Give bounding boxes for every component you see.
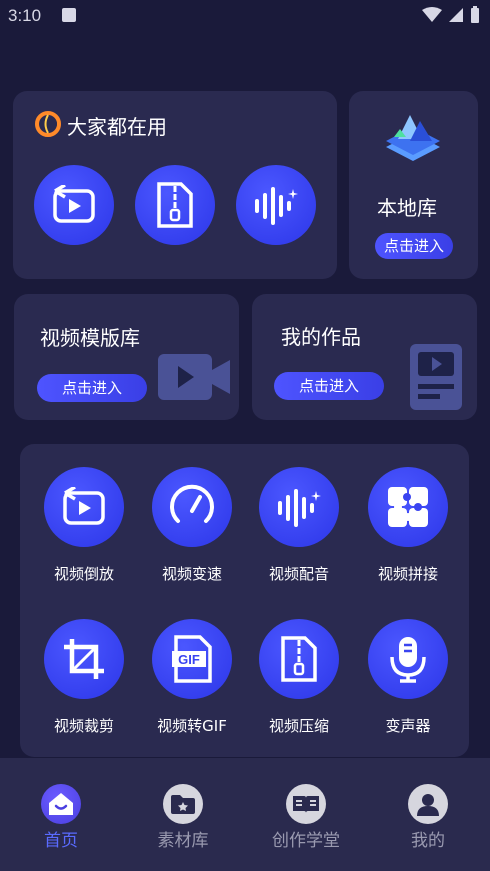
notification-icon: [62, 8, 76, 22]
popular-dubbing-button[interactable]: [236, 165, 316, 245]
speedometer-icon: [170, 484, 214, 523]
reverse-play-icon: [53, 185, 95, 223]
reverse-play-icon: [63, 487, 105, 525]
local-library-card[interactable]: 本地库 点击进入: [349, 91, 478, 279]
nav-materials[interactable]: 素材库: [122, 758, 244, 871]
status-bar: 3:10: [0, 0, 490, 34]
video-camera-icon: [158, 352, 230, 406]
tool-dubbing-label: 视频配音: [268, 565, 329, 583]
zip-file-icon: [281, 636, 317, 682]
my-works-card[interactable]: 我的作品 点击进入: [252, 294, 477, 420]
tool-compress-button[interactable]: [259, 619, 339, 699]
tool-compress[interactable]: 视频压缩: [249, 619, 349, 759]
tool-voice-changer[interactable]: 变声器: [358, 619, 458, 759]
zip-file-icon: [157, 182, 193, 228]
tool-gif-label: 视频转GIF: [157, 717, 227, 735]
popular-title: 大家都在用: [67, 115, 167, 139]
tools-panel: 视频倒放 视频变速 视频配音 视频拼接 视频裁剪 GIF 视频转GIF 视频压缩…: [20, 444, 469, 757]
tool-gif[interactable]: GIF 视频转GIF: [142, 619, 242, 759]
puzzle-icon: [388, 487, 428, 527]
tool-speed[interactable]: 视频变速: [142, 467, 242, 607]
local-library-title: 本地库: [377, 196, 437, 220]
waveform-icon: [255, 187, 298, 225]
popular-reverse-play-button[interactable]: [34, 165, 114, 245]
nav-home-label: 首页: [44, 831, 78, 851]
system-icons: [422, 6, 480, 24]
layers-icon: [380, 111, 446, 177]
template-library-card[interactable]: 视频模版库 点击进入: [14, 294, 239, 420]
tool-voice-changer-label: 变声器: [385, 717, 431, 735]
tool-compress-label: 视频压缩: [268, 717, 329, 735]
tool-reverse[interactable]: 视频倒放: [34, 467, 134, 607]
svg-text:GIF: GIF: [178, 652, 200, 667]
template-library-title: 视频模版库: [40, 326, 140, 350]
tool-crop[interactable]: 视频裁剪: [34, 619, 134, 759]
tool-merge-button[interactable]: [368, 467, 448, 547]
status-time: 3:10: [8, 6, 42, 25]
tool-crop-button[interactable]: [44, 619, 124, 699]
tool-dubbing[interactable]: 视频配音: [249, 467, 349, 607]
user-icon: [408, 784, 448, 824]
nav-profile[interactable]: 我的: [367, 758, 489, 871]
nav-home[interactable]: 首页: [0, 758, 122, 871]
nav-profile-label: 我的: [411, 831, 445, 851]
tool-voice-changer-button[interactable]: [368, 619, 448, 699]
tool-reverse-button[interactable]: [44, 467, 124, 547]
nav-academy[interactable]: 创作学堂: [245, 758, 367, 871]
my-works-enter-button[interactable]: 点击进入: [274, 372, 384, 400]
flame-icon: [35, 111, 61, 141]
bottom-nav: 首页 素材库 创作学堂 我的: [0, 758, 490, 871]
popular-card: 大家都在用: [13, 91, 337, 279]
tool-gif-button[interactable]: GIF: [152, 619, 232, 699]
tool-reverse-label: 视频倒放: [53, 565, 114, 583]
tool-dubbing-button[interactable]: [259, 467, 339, 547]
folder-icon: [163, 784, 203, 824]
wifi-icon: [422, 7, 442, 22]
battery-icon: [471, 6, 479, 23]
tool-crop-label: 视频裁剪: [53, 717, 114, 735]
nav-academy-label: 创作学堂: [272, 831, 340, 851]
tool-merge-label: 视频拼接: [377, 565, 438, 583]
signal-icon: [449, 8, 463, 22]
tool-merge[interactable]: 视频拼接: [358, 467, 458, 607]
gif-file-icon: GIF: [172, 635, 212, 683]
document-video-icon: [410, 344, 462, 414]
local-library-enter-button[interactable]: 点击进入: [375, 233, 453, 259]
crop-icon: [64, 639, 104, 679]
tool-speed-button[interactable]: [152, 467, 232, 547]
my-works-title: 我的作品: [281, 325, 361, 349]
book-icon: [286, 784, 326, 824]
home-icon: [41, 784, 81, 824]
nav-materials-label: 素材库: [157, 831, 209, 851]
template-library-enter-button[interactable]: 点击进入: [37, 374, 147, 402]
popular-zip-button[interactable]: [135, 165, 215, 245]
tool-speed-label: 视频变速: [161, 565, 222, 583]
waveform-icon: [278, 489, 321, 527]
microphone-icon: [390, 637, 426, 683]
